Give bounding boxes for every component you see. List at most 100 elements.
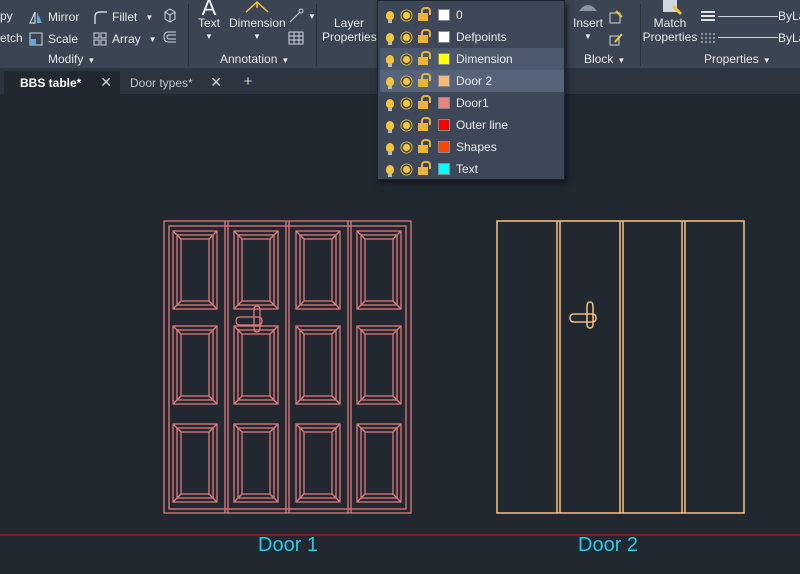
unlock-icon[interactable] bbox=[418, 73, 431, 87]
bulb-icon[interactable] bbox=[386, 142, 394, 155]
table-button[interactable] bbox=[288, 30, 308, 46]
layer-dropdown-list[interactable]: 0 Defpoints Dimension Door 2 Door1 Outer… bbox=[377, 0, 565, 180]
door1-panel bbox=[241, 238, 271, 302]
dimension-dropdown-arrow[interactable]: ▼ bbox=[229, 30, 285, 44]
sun-icon[interactable] bbox=[402, 33, 411, 41]
door1-drawing[interactable] bbox=[163, 220, 412, 514]
close-icon[interactable]: ✕ bbox=[210, 74, 222, 91]
edit-block-button[interactable] bbox=[608, 31, 628, 47]
sun-icon[interactable] bbox=[402, 143, 411, 151]
door2-handle-grip bbox=[586, 301, 594, 329]
block-panel-title-text: Block bbox=[584, 52, 614, 66]
sun-icon[interactable] bbox=[402, 165, 411, 173]
lineweight-select[interactable]: ByLa bbox=[778, 9, 800, 23]
layer-name: Door1 bbox=[456, 96, 489, 110]
door2-label[interactable]: Door 2 bbox=[578, 534, 638, 557]
layer-item-defpoints[interactable]: Defpoints bbox=[380, 26, 564, 48]
close-icon[interactable]: ✕ bbox=[100, 74, 112, 91]
bulb-icon[interactable] bbox=[386, 10, 394, 23]
layer-color-swatch[interactable] bbox=[438, 75, 450, 87]
door1-panel bbox=[356, 423, 402, 503]
sun-icon[interactable] bbox=[402, 11, 411, 19]
sun-icon[interactable] bbox=[402, 121, 411, 129]
door1-panel bbox=[303, 431, 333, 495]
properties-panel-title[interactable]: Properties ▼ bbox=[704, 52, 771, 66]
annotation-panel-title[interactable]: Annotation ▼ bbox=[220, 52, 289, 66]
door1-label[interactable]: Door 1 bbox=[258, 534, 318, 557]
layer-color-swatch[interactable] bbox=[438, 163, 450, 175]
door1-panel bbox=[180, 431, 210, 495]
bulb-icon[interactable] bbox=[386, 164, 394, 177]
lineweight-row[interactable] bbox=[700, 8, 720, 24]
layer-color-swatch[interactable] bbox=[438, 31, 450, 43]
sun-icon[interactable] bbox=[402, 99, 411, 107]
layer-properties-button[interactable]: Layer Properties bbox=[322, 4, 377, 44]
modify-panel-title[interactable]: Modify ▼ bbox=[48, 52, 95, 66]
layer-state-icons bbox=[380, 139, 434, 155]
offset-button[interactable] bbox=[162, 29, 182, 45]
leader-button[interactable]: ▼ bbox=[288, 8, 316, 24]
linetype-row[interactable] bbox=[700, 30, 720, 46]
layer-item-door-2[interactable]: Door 2 bbox=[380, 70, 564, 92]
insert-dropdown-arrow[interactable]: ▼ bbox=[568, 30, 608, 44]
leader-dropdown-arrow[interactable]: ▼ bbox=[308, 12, 316, 21]
unlock-icon[interactable] bbox=[418, 51, 431, 65]
sun-icon[interactable] bbox=[402, 55, 411, 63]
new-tab-button[interactable]: + bbox=[240, 74, 256, 90]
door1-panel bbox=[295, 230, 341, 310]
annotation-panel-title-text: Annotation bbox=[220, 52, 278, 66]
door1-panel bbox=[233, 325, 279, 405]
linetype-sample-line bbox=[718, 37, 778, 38]
layer-state-icons bbox=[380, 7, 434, 23]
copy-tool[interactable]: py bbox=[0, 9, 13, 23]
layer-item-door1[interactable]: Door1 bbox=[380, 92, 564, 114]
match-properties-button[interactable]: Match Properties bbox=[642, 0, 698, 44]
bulb-icon[interactable] bbox=[386, 76, 394, 89]
text-dropdown-arrow[interactable]: ▼ bbox=[194, 30, 224, 44]
bulb-icon[interactable] bbox=[386, 98, 394, 111]
layer-item-shapes[interactable]: Shapes bbox=[380, 136, 564, 158]
sun-icon[interactable] bbox=[402, 77, 411, 85]
layer-color-swatch[interactable] bbox=[438, 97, 450, 109]
scale-button[interactable]: Scale bbox=[28, 31, 78, 47]
array-button[interactable]: Array ▼ bbox=[92, 31, 157, 47]
bulb-icon[interactable] bbox=[386, 120, 394, 133]
array-dropdown-arrow[interactable]: ▼ bbox=[149, 35, 157, 44]
layer-color-swatch[interactable] bbox=[438, 141, 450, 153]
text-button[interactable]: A Text ▼ bbox=[194, 0, 224, 44]
insert-button[interactable]: Insert ▼ bbox=[568, 0, 608, 44]
stretch-tool[interactable]: etch bbox=[0, 31, 23, 45]
mirror-button[interactable]: Mirror bbox=[28, 9, 79, 25]
door1-panel bbox=[176, 427, 214, 499]
create-block-icon bbox=[608, 9, 624, 25]
scale-icon bbox=[28, 31, 44, 47]
layer-color-swatch[interactable] bbox=[438, 53, 450, 65]
block-panel-title[interactable]: Block ▼ bbox=[584, 52, 625, 66]
unlock-icon[interactable] bbox=[418, 95, 431, 109]
fillet-button[interactable]: Fillet ▼ bbox=[92, 9, 153, 25]
linetype-select[interactable]: ByLa bbox=[778, 31, 800, 45]
explode-button[interactable] bbox=[162, 7, 182, 23]
layer-color-swatch[interactable] bbox=[438, 9, 450, 21]
layer-item-text[interactable]: Text bbox=[380, 158, 564, 180]
door2-handle bbox=[569, 313, 597, 323]
tab-door-types[interactable]: Door types* ✕ bbox=[114, 71, 230, 94]
unlock-icon[interactable] bbox=[418, 117, 431, 131]
create-block-button[interactable] bbox=[608, 9, 628, 25]
door1-panel bbox=[180, 238, 210, 302]
unlock-icon[interactable] bbox=[418, 139, 431, 153]
layer-item-outer-line[interactable]: Outer line bbox=[380, 114, 564, 136]
unlock-icon[interactable] bbox=[418, 7, 431, 21]
layer-item-dimension[interactable]: Dimension bbox=[380, 48, 564, 70]
tab-bbs-table[interactable]: BBS table* ✕ bbox=[4, 71, 120, 94]
dimension-button[interactable]: Dimension ▼ bbox=[229, 0, 286, 44]
unlock-icon[interactable] bbox=[418, 29, 431, 43]
door2-drawing[interactable] bbox=[496, 220, 745, 514]
fillet-icon bbox=[92, 9, 108, 25]
fillet-dropdown-arrow[interactable]: ▼ bbox=[145, 13, 153, 22]
layer-item-0[interactable]: 0 bbox=[380, 4, 564, 26]
bulb-icon[interactable] bbox=[386, 54, 394, 67]
unlock-icon[interactable] bbox=[418, 161, 431, 175]
layer-color-swatch[interactable] bbox=[438, 119, 450, 131]
bulb-icon[interactable] bbox=[386, 32, 394, 45]
